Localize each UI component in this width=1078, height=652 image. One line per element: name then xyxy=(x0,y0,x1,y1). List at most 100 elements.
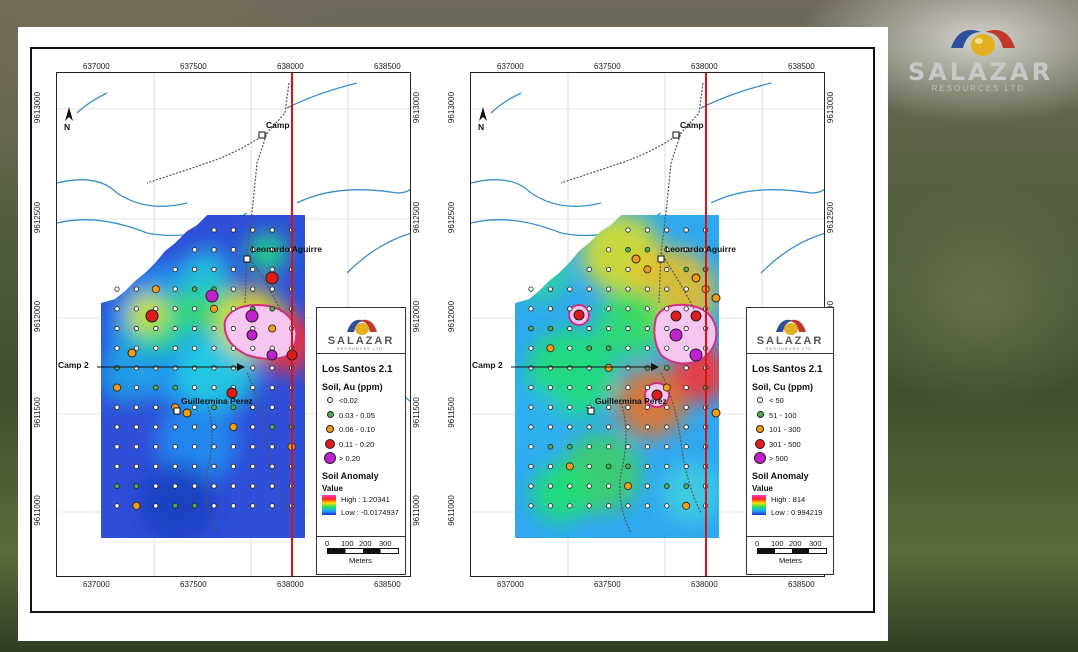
sample-point xyxy=(114,345,120,351)
scalebar-tick: 200 xyxy=(359,539,372,548)
sample-point xyxy=(192,266,198,272)
sample-point xyxy=(528,483,534,489)
sample-point-anomaly xyxy=(246,329,258,341)
sample-point xyxy=(664,444,670,450)
sample-point xyxy=(269,424,276,430)
sample-point xyxy=(230,463,236,469)
sample-point xyxy=(547,503,554,509)
sample-point xyxy=(230,444,236,450)
sample-point xyxy=(664,463,670,469)
legend-soil-label: Soil, Au (ppm) xyxy=(322,382,383,392)
sample-point xyxy=(567,306,573,312)
camp2-label: Camp 2 xyxy=(58,360,89,370)
sample-point xyxy=(605,345,612,352)
sample-point xyxy=(586,384,592,391)
sample-point-anomaly xyxy=(145,309,159,323)
x-tick-label: 638500 xyxy=(374,580,401,589)
sample-point xyxy=(604,363,613,372)
anomaly-color-ramp xyxy=(322,495,336,515)
sample-point xyxy=(664,503,670,509)
sample-point xyxy=(172,483,178,489)
sample-point xyxy=(547,443,554,450)
sample-point xyxy=(172,365,178,371)
sample-point xyxy=(211,384,217,391)
legend-class-label: 0.06 - 0.10 xyxy=(339,425,375,434)
y-tick-label: 9611500 xyxy=(411,397,421,428)
scalebar: 0 100 200 300 Meters xyxy=(317,536,405,577)
scalebar: 0 100 200 300 Meters xyxy=(747,536,833,577)
sample-point xyxy=(625,246,631,253)
sample-point xyxy=(528,286,534,292)
sample-point xyxy=(114,463,120,469)
sample-point xyxy=(664,306,670,312)
sample-point xyxy=(567,345,573,351)
sample-point xyxy=(644,365,651,371)
sample-point xyxy=(606,286,612,292)
sample-point xyxy=(683,384,689,391)
sample-point xyxy=(133,483,140,489)
legend-soil-label: Soil, Cu (ppm) xyxy=(752,382,813,392)
y-tick-label: 9611500 xyxy=(32,397,42,428)
sample-point xyxy=(625,345,631,351)
legend-class-swatch xyxy=(325,438,335,449)
legend-class-label: <0.02 xyxy=(339,396,358,405)
legend-logo-sub: RESOURCES LTD. xyxy=(336,346,386,351)
sample-point xyxy=(191,502,198,509)
sample-point xyxy=(114,306,120,312)
sample-point xyxy=(567,503,573,509)
sample-point xyxy=(664,345,670,351)
sample-point xyxy=(153,325,159,332)
sample-point xyxy=(528,306,534,312)
salazar-emblem-icon xyxy=(951,30,1015,56)
scalebar-tick: 0 xyxy=(325,539,330,548)
sample-point-anomaly xyxy=(182,408,192,418)
sample-point xyxy=(683,404,689,410)
sample-point xyxy=(211,424,217,430)
x-tick-label: 637000 xyxy=(497,580,524,589)
sample-point-anomaly xyxy=(711,408,721,418)
sample-point xyxy=(269,483,275,489)
scalebar-tick: 300 xyxy=(809,539,822,548)
sample-point xyxy=(547,286,554,292)
leonardo-aguirre-label: Leonardo Aguirre xyxy=(665,244,736,254)
y-tick-label: 9611500 xyxy=(446,397,456,428)
x-tick-label: 638500 xyxy=(788,580,815,589)
sample-point xyxy=(664,227,670,233)
sample-point xyxy=(192,365,198,371)
sample-point xyxy=(211,345,217,351)
sample-point xyxy=(625,286,631,292)
y-tick-label: 9611000 xyxy=(411,495,421,526)
sample-point-anomaly xyxy=(265,271,279,285)
x-tick-label: 638500 xyxy=(788,62,815,71)
sample-point xyxy=(586,286,592,292)
sample-point xyxy=(113,383,122,392)
leonardo-aguirre-label: Leonardo Aguirre xyxy=(251,244,322,254)
sample-point-anomaly xyxy=(690,310,702,322)
sample-point xyxy=(172,384,178,391)
sample-point xyxy=(547,325,554,332)
scalebar-bar xyxy=(327,548,399,554)
sample-point xyxy=(683,286,689,292)
sample-point xyxy=(114,404,120,410)
sample-point-anomaly xyxy=(245,309,259,323)
sample-point-anomaly xyxy=(127,348,137,358)
sample-point xyxy=(114,483,120,489)
x-tick-label: 637500 xyxy=(594,62,621,71)
sample-point xyxy=(528,345,534,351)
legend-class-swatch xyxy=(756,411,764,418)
y-tick-label: 9613000 xyxy=(412,91,422,124)
sample-point xyxy=(547,384,554,391)
sample-point xyxy=(586,503,592,509)
sample-point xyxy=(644,286,650,292)
sample-point xyxy=(606,325,612,332)
sample-point xyxy=(664,286,670,292)
sample-point xyxy=(269,404,275,410)
sample-point xyxy=(586,266,592,272)
sample-point xyxy=(250,424,256,430)
sample-point xyxy=(662,383,671,392)
sample-point xyxy=(230,345,236,351)
sample-point xyxy=(528,325,534,332)
sample-point xyxy=(209,304,218,313)
sample-point xyxy=(153,404,159,410)
sample-point xyxy=(133,325,140,332)
